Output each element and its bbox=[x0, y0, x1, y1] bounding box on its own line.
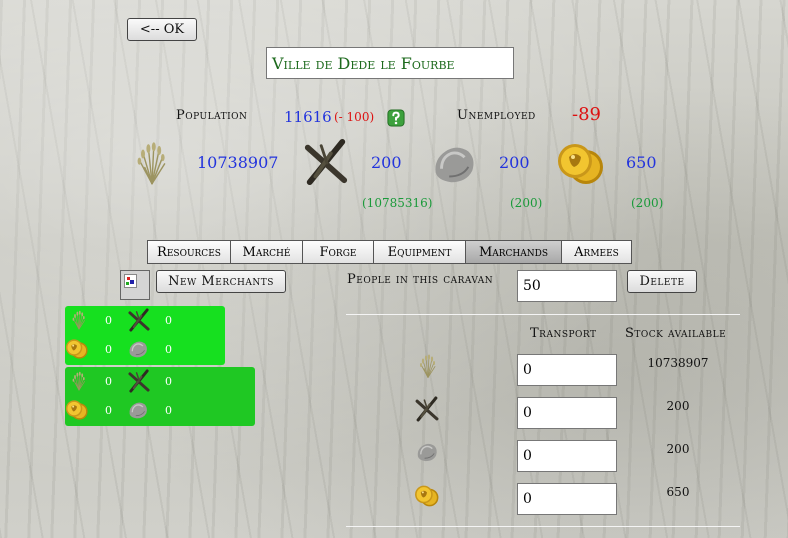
transport-header: Transport bbox=[530, 326, 597, 341]
gold-icon bbox=[414, 483, 440, 509]
stock-gold-value: 650 bbox=[666, 485, 690, 499]
people-in-caravan-input[interactable]: 50 bbox=[517, 270, 617, 302]
gold-value: 650 bbox=[626, 153, 657, 172]
tab-forge[interactable]: Forge bbox=[303, 240, 374, 264]
delete-button[interactable]: Delete bbox=[627, 270, 697, 293]
gold-sub-value: (200) bbox=[631, 196, 664, 210]
back-ok-label: <-- OK bbox=[139, 22, 185, 37]
caravan-stone-value: 0 bbox=[165, 343, 172, 356]
tab-resources[interactable]: Resources bbox=[147, 240, 231, 264]
wheat-icon bbox=[134, 139, 170, 187]
wheat-icon bbox=[418, 353, 438, 379]
city-name-field: Ville de Dede le Fourbe bbox=[266, 47, 514, 79]
stock-available-header: Stock available bbox=[625, 326, 727, 341]
stone-icon bbox=[415, 440, 439, 464]
stone-icon bbox=[430, 140, 478, 188]
transport-wood-input[interactable]: 0 bbox=[517, 397, 617, 429]
help-icon[interactable] bbox=[387, 109, 405, 127]
unemployed-label: Unemployed bbox=[457, 108, 536, 123]
transport-gold-input[interactable]: 0 bbox=[517, 483, 617, 515]
caravan-card[interactable]: 0 0 0 0 bbox=[65, 367, 255, 426]
gold-icon bbox=[556, 139, 606, 189]
wood-value: 200 bbox=[371, 153, 402, 172]
caravan-wood-value: 0 bbox=[165, 314, 172, 327]
people-in-caravan-label: People in this caravan bbox=[347, 272, 494, 287]
tab-equipment[interactable]: Equipment bbox=[374, 240, 466, 264]
population-delta: (- 100) bbox=[334, 110, 375, 124]
caravan-stone-value: 0 bbox=[165, 404, 172, 417]
stone-value: 200 bbox=[499, 153, 530, 172]
stone-icon bbox=[127, 338, 149, 360]
unemployed-value: -89 bbox=[572, 104, 601, 125]
stock-wood-value: 200 bbox=[666, 399, 690, 413]
wheat-icon bbox=[71, 310, 87, 330]
divider bbox=[346, 314, 740, 315]
tab-marchands[interactable]: Marchands bbox=[466, 240, 562, 264]
transport-stone-input[interactable]: 0 bbox=[517, 440, 617, 472]
population-label: Population bbox=[176, 108, 248, 123]
tab-armees[interactable]: Armees bbox=[562, 240, 632, 264]
wheat-value: 10738907 bbox=[197, 153, 279, 172]
divider bbox=[346, 526, 740, 527]
caravan-wheat-value: 0 bbox=[105, 314, 112, 327]
population-value: 11616 bbox=[284, 108, 332, 126]
wood-icon bbox=[127, 369, 151, 393]
merchant-image-placeholder bbox=[120, 270, 150, 300]
stone-icon bbox=[127, 399, 149, 421]
stock-wheat-value: 10738907 bbox=[647, 356, 709, 370]
new-merchants-button[interactable]: New Merchants bbox=[156, 270, 286, 293]
broken-image-icon bbox=[124, 274, 137, 288]
caravan-wood-value: 0 bbox=[165, 375, 172, 388]
wood-icon bbox=[302, 138, 350, 186]
caravan-wheat-value: 0 bbox=[105, 375, 112, 388]
caravan-gold-value: 0 bbox=[105, 404, 112, 417]
stone-sub-value: (200) bbox=[510, 196, 543, 210]
stock-stone-value: 200 bbox=[666, 442, 690, 456]
transport-wheat-input[interactable]: 0 bbox=[517, 354, 617, 386]
tab-marche[interactable]: Marché bbox=[231, 240, 303, 264]
wood-icon bbox=[127, 308, 151, 332]
city-name: Ville de Dede le Fourbe bbox=[272, 53, 455, 73]
back-ok-button[interactable]: <-- OK bbox=[127, 18, 197, 41]
gold-icon bbox=[65, 337, 89, 361]
wheat-icon bbox=[71, 371, 87, 391]
gold-icon bbox=[65, 398, 89, 422]
wood-icon bbox=[414, 396, 440, 422]
caravan-card[interactable]: 0 0 0 0 bbox=[65, 306, 225, 365]
main-tabs: Resources Marché Forge Equipment Marchan… bbox=[147, 240, 632, 264]
caravan-gold-value: 0 bbox=[105, 343, 112, 356]
wood-sub-value: (10785316) bbox=[362, 196, 433, 210]
